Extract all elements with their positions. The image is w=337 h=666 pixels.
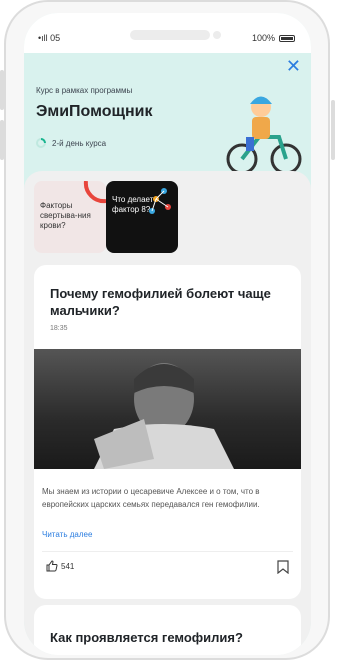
article-photo [34, 349, 301, 469]
side-button [0, 120, 4, 160]
story-card[interactable]: Факторы свертыва-ния крови? [34, 181, 106, 253]
portrait-image [94, 363, 234, 469]
carrier-signal: •ıll 05 [38, 33, 61, 43]
article-title: Почему гемофилией болеют чаще мальчики? [50, 286, 271, 318]
side-button [331, 100, 335, 160]
status-bar: •ıll 05 100% [24, 13, 311, 53]
article-card[interactable]: Как проявляется гемофилия? [34, 605, 301, 655]
cyclist-illustration [226, 96, 302, 175]
progress-ring-icon [36, 138, 46, 148]
article-title: Как проявляется гемофилия? [50, 630, 243, 645]
read-more-link[interactable]: Читать далее [42, 530, 92, 539]
notch-camera [213, 31, 221, 39]
side-button [0, 70, 4, 110]
battery-status: 100% [252, 33, 295, 43]
molecule-icon [149, 188, 171, 214]
card-divider [42, 551, 293, 552]
story-label: Что делает фактор 8? [112, 195, 154, 214]
article-time: 18:35 [50, 325, 68, 332]
course-day-label: 2-й день курса [52, 138, 107, 148]
notch-speaker [130, 30, 210, 40]
article-card[interactable]: Почему гемофилией болеют чаще мальчики? … [34, 265, 301, 599]
thumbs-up-icon [46, 560, 58, 572]
story-card[interactable]: Что делает фактор 8? [106, 181, 178, 253]
course-day: 2-й день курса [36, 138, 106, 148]
app-screen: •ıll 05 100% ✕ Курс в рамках программы Э… [24, 13, 311, 655]
story-label: Факторы свертыва-ния крови? [40, 201, 91, 230]
like-count: 541 [61, 561, 75, 571]
course-subtitle: Курс в рамках программы [36, 86, 133, 95]
course-title: ЭмиПомощник [36, 103, 153, 120]
bookmark-icon[interactable] [277, 560, 289, 574]
battery-icon [279, 34, 295, 42]
battery-label: 100% [251, 33, 275, 43]
like-button[interactable]: 541 [46, 560, 74, 572]
article-excerpt: Мы знаем из истории о цесаревиче Алексее… [42, 487, 260, 509]
close-icon[interactable]: ✕ [286, 57, 301, 75]
